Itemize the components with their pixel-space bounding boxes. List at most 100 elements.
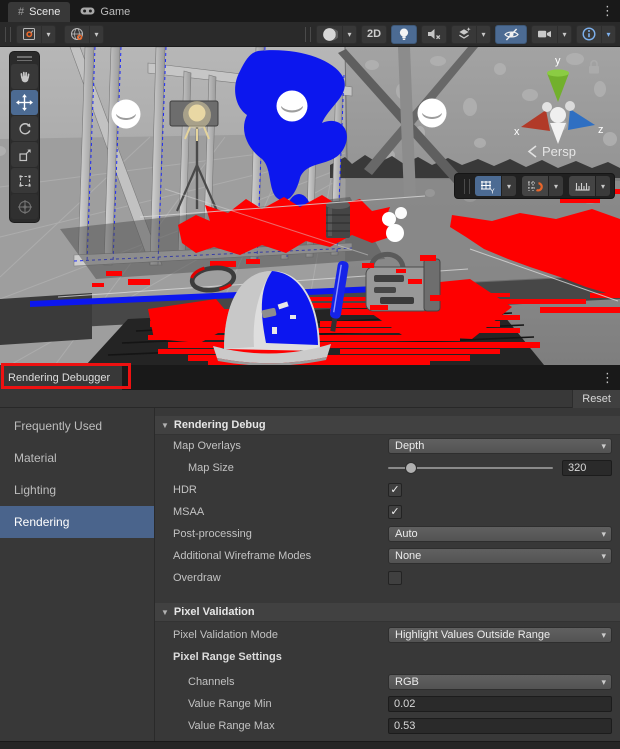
scale-icon	[17, 147, 33, 163]
msaa-checkbox[interactable]: ✓	[388, 505, 402, 519]
value-range-max-field[interactable]	[388, 718, 612, 734]
channels-dropdown[interactable]: RGB▾	[388, 674, 612, 690]
scene-grid-icon: #	[18, 6, 24, 18]
svg-text:z: z	[598, 124, 604, 136]
map-size-slider[interactable]	[388, 460, 553, 476]
move-tool-button[interactable]	[11, 90, 38, 115]
handle-orientation-dropdown[interactable]: ▾	[89, 25, 104, 44]
gridbar-drag-handle[interactable]	[464, 179, 470, 194]
row-map-overlays: Map Overlays Depth▾	[155, 435, 620, 457]
effects-button[interactable]	[451, 25, 476, 44]
scene-visibility-button[interactable]	[495, 25, 527, 44]
rotate-icon	[17, 121, 33, 137]
draw-mode-dropdown[interactable]: ▾	[342, 25, 357, 44]
game-controller-icon	[80, 6, 95, 19]
scene-viewport[interactable]: y x z Persp	[0, 47, 620, 365]
pixel-validation-mode-dropdown[interactable]: Highlight Values Outside Range▾	[388, 627, 612, 643]
scene-render: y x z Persp	[0, 47, 620, 365]
grid-visibility-dropdown[interactable]: ▾	[502, 176, 516, 196]
sidebar-item-material[interactable]: Material	[0, 442, 154, 474]
svg-text:x: x	[514, 126, 520, 138]
map-overlays-dropdown[interactable]: Depth▾	[388, 438, 612, 454]
row-channels: Channels RGB▾	[155, 671, 620, 693]
reset-button[interactable]: Reset	[572, 390, 620, 408]
debugger-title: Rendering Debugger	[8, 372, 110, 384]
scene-lighting-button[interactable]	[391, 25, 417, 44]
post-processing-dropdown[interactable]: Auto▾	[388, 526, 612, 542]
eye-slash-icon	[503, 27, 520, 42]
window-bottom-edge	[0, 741, 620, 749]
svg-text:Persp: Persp	[542, 144, 576, 159]
map-size-field[interactable]	[562, 460, 612, 476]
2d-toggle-button[interactable]: 2D	[361, 25, 387, 44]
audio-mute-button[interactable]	[421, 25, 447, 44]
collapse-triangle-icon[interactable]: ▼	[161, 608, 169, 617]
collapse-triangle-icon[interactable]: ▼	[161, 421, 169, 430]
section-pixel-validation[interactable]: ▼ Pixel Validation	[155, 603, 620, 622]
rotate-tool-button[interactable]	[11, 116, 38, 141]
additional-wireframe-modes-dropdown[interactable]: None▾	[388, 548, 612, 564]
debugger-body: Frequently Used Material Lighting Render…	[0, 408, 620, 741]
tool-settings-dropdown[interactable]: ▾	[41, 25, 56, 44]
row-hdr: HDR ✓	[155, 479, 620, 501]
tab-scene-label: Scene	[29, 6, 60, 18]
hand-icon	[17, 69, 33, 85]
chevron-down-icon: ▾	[601, 549, 606, 564]
gizmos-info-dropdown[interactable]: ▾	[601, 25, 616, 44]
gizmos-info-button[interactable]	[576, 25, 601, 44]
scale-tool-button[interactable]	[11, 142, 38, 167]
effects-dropdown[interactable]: ▾	[476, 25, 491, 44]
svg-text:Y: Y	[490, 188, 495, 194]
sidebar-item-lighting[interactable]: Lighting	[0, 474, 154, 506]
debugger-toolbar-row: Reset	[0, 390, 620, 408]
grid-snapping-dropdown[interactable]: ▾	[549, 176, 563, 196]
slider-thumb[interactable]	[406, 463, 416, 473]
scene-view-tabstrip: # Scene Game ⋮	[0, 0, 620, 22]
move-icon	[16, 94, 33, 111]
toolbar-drag-handle-right[interactable]	[305, 27, 311, 42]
svg-text:y: y	[555, 55, 561, 67]
row-post-processing: Post-processing Auto▾	[155, 523, 620, 545]
grid-visibility-button[interactable]: Y	[475, 176, 501, 196]
view-tool-button[interactable]	[11, 64, 38, 89]
toolbar-drag-handle[interactable]	[5, 27, 11, 42]
row-value-range-max: Value Range Max	[155, 715, 620, 737]
sidebar-item-rendering[interactable]: Rendering	[0, 506, 154, 538]
grid-snapping-button[interactable]	[522, 176, 548, 196]
chevron-down-icon: ▾	[601, 675, 606, 690]
transform-tool-button[interactable]	[11, 194, 38, 219]
tool-palette	[9, 51, 40, 223]
debugger-content: ▼ Rendering Debug Map Overlays Depth▾ Ma…	[155, 408, 620, 741]
value-range-min-field[interactable]	[388, 696, 612, 712]
section-rendering-debug[interactable]: ▼ Rendering Debug	[155, 416, 620, 435]
scene-tab-menu-icon[interactable]: ⋮	[601, 3, 614, 19]
grid-y-icon: Y	[480, 179, 496, 194]
barrel[interactable]	[326, 201, 350, 238]
tab-scene[interactable]: # Scene	[8, 2, 70, 22]
grid-snap-toolbar: Y ▾ ▾	[454, 173, 615, 199]
camera-icon	[536, 27, 553, 41]
tool-settings-button[interactable]	[16, 25, 41, 44]
globe-icon	[69, 26, 85, 42]
chevron-down-icon: ▾	[601, 439, 606, 454]
palette-drag-handle[interactable]	[17, 56, 32, 61]
unity-editor-window: # Scene Game ⋮ ▾	[0, 0, 620, 749]
snap-magnet-icon	[527, 179, 543, 194]
handle-orientation-button[interactable]	[64, 25, 89, 44]
hdr-checkbox[interactable]: ✓	[388, 483, 402, 497]
row-value-range-min: Value Range Min	[155, 693, 620, 715]
scene-toolbar: ▾ ▾ ▾ 2D	[0, 22, 620, 47]
tab-game[interactable]: Game	[70, 2, 140, 22]
effects-layers-icon	[456, 26, 472, 42]
camera-settings-button[interactable]	[531, 25, 557, 44]
overdraw-checkbox[interactable]	[388, 571, 402, 585]
camera-settings-dropdown[interactable]: ▾	[557, 25, 572, 44]
row-additional-wireframe-modes: Additional Wireframe Modes None▾	[155, 545, 620, 567]
snap-increment-button[interactable]	[569, 176, 595, 196]
tab-rendering-debugger[interactable]: Rendering Debugger	[0, 365, 122, 390]
debugger-menu-icon[interactable]: ⋮	[601, 370, 614, 386]
snap-increment-dropdown[interactable]: ▾	[596, 176, 610, 196]
draw-mode-button[interactable]	[316, 25, 342, 44]
rect-tool-button[interactable]	[11, 168, 38, 193]
sidebar-item-frequently-used[interactable]: Frequently Used	[0, 410, 154, 442]
